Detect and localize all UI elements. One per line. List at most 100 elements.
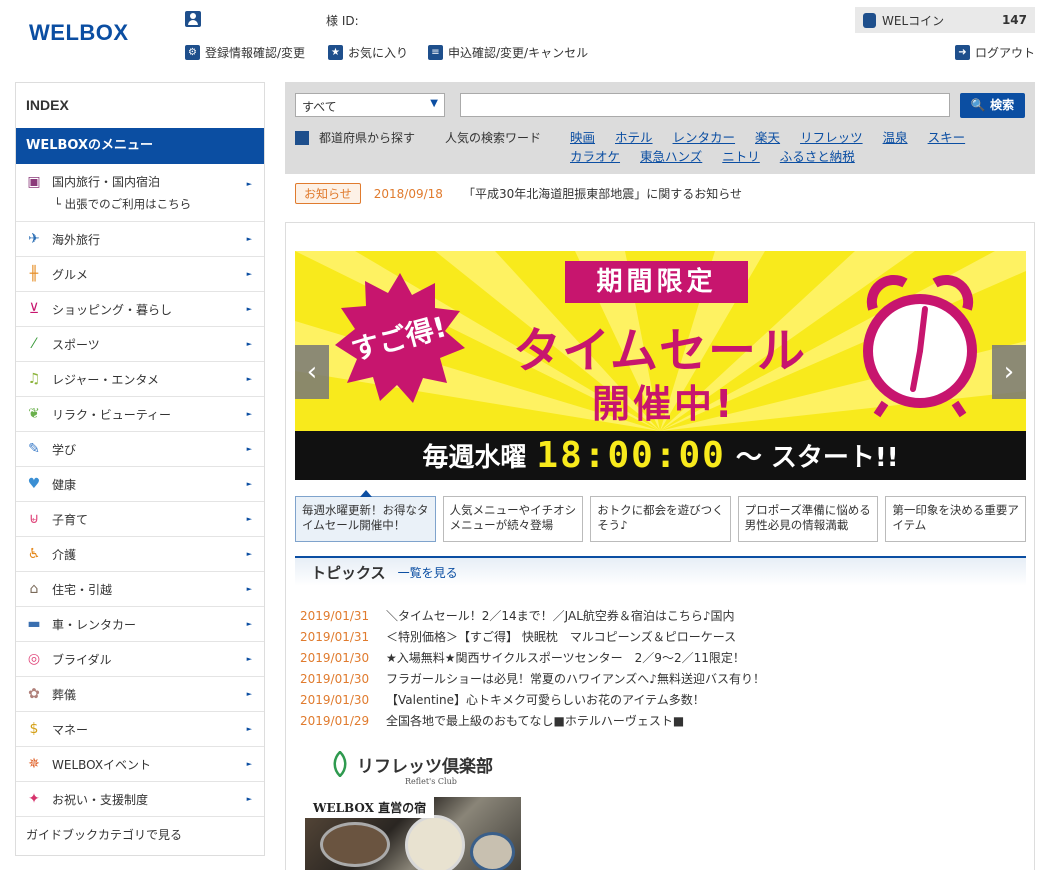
arrow-right-icon: ►: [246, 760, 252, 768]
sidebar-item-nursing-care[interactable]: ♿ 介護 ►: [16, 537, 264, 572]
suitcase-icon: ▣: [27, 173, 41, 190]
sidebar-item-label: WELBOXイベント: [52, 757, 152, 772]
arrow-right-icon: ►: [246, 655, 252, 663]
topics-title: トピックス: [311, 563, 386, 582]
carousel-tab[interactable]: 人気メニューやイチオシメニューが続々登場: [442, 496, 584, 542]
topic-item[interactable]: 2019/01/30 ★入場無料★関西サイクルスポーツセンター 2／9〜2／11限…: [300, 648, 1020, 669]
sidebar-item-leisure[interactable]: ♫ レジャー・エンタメ ►: [16, 362, 264, 397]
sidebar-item-label: リラク・ビューティー: [52, 407, 172, 422]
keyword-link[interactable]: レンタカー: [673, 130, 736, 145]
sidebar-item-health[interactable]: ♥ 健康 ►: [16, 467, 264, 502]
keyword-link[interactable]: スキー: [928, 130, 966, 145]
user-id-label: 様 ID:: [326, 14, 359, 28]
sports-icon: ⁄: [32, 336, 36, 352]
profile-link[interactable]: ⚙ 登録情報確認/変更: [185, 44, 305, 61]
airplane-icon: ✈: [28, 231, 40, 247]
keyword-link[interactable]: リフレッツ: [800, 130, 863, 145]
favorites-link[interactable]: ★ お気に入り: [328, 44, 408, 61]
celebration-icon: ✦: [28, 791, 40, 807]
stroller-icon: ⊌: [28, 511, 40, 527]
money-icon: $: [29, 721, 39, 737]
sidebar-item-gourmet[interactable]: ╫ グルメ ►: [16, 257, 264, 292]
sidebar-item-label: 葬儀: [52, 687, 77, 702]
arrow-right-icon: ►: [246, 725, 252, 733]
sidebar-item-housing[interactable]: ⌂ 住宅・引越 ►: [16, 572, 264, 607]
notice-text[interactable]: 「平成30年北海道胆振東部地震」に関するお知らせ: [463, 185, 742, 202]
popular-keywords-label: 人気の検索ワード: [445, 131, 542, 145]
category-select[interactable]: すべて ▼: [295, 93, 445, 117]
search-input[interactable]: [460, 93, 950, 117]
topics-view-all-link[interactable]: 一覧を見る: [398, 564, 458, 581]
leaf-logo-icon: [333, 751, 347, 777]
sidebar-item-sports[interactable]: ⁄ スポーツ ►: [16, 327, 264, 362]
topic-text: 【Valentine】心トキメク可愛らしいお花のアイテム多数！: [386, 693, 705, 707]
keyword-link[interactable]: ニトリ: [722, 149, 760, 164]
topic-item[interactable]: 2019/01/31 ＼タイムセール！2／14まで！／JAL航空券＆宿泊はこちら♪…: [300, 606, 1020, 627]
cart-icon: ⊻: [28, 301, 40, 317]
carousel-tab[interactable]: おトクに都会を遊びつくそう♪: [590, 496, 731, 542]
logout-link[interactable]: ➜ ログアウト: [955, 44, 1035, 61]
wel-coin-box[interactable]: WELコイン 147: [855, 7, 1035, 33]
leaf-icon: ❦: [28, 406, 40, 422]
sidebar-item-label: 海外旅行: [52, 232, 101, 247]
carousel-tab[interactable]: 第一印象を決める重要アイテム: [885, 496, 1026, 542]
start-label: 〜 スタート!!: [735, 443, 899, 473]
applications-link[interactable]: ≡ 申込確認/変更/キャンセル: [428, 44, 588, 61]
hotel-promo-image[interactable]: WELBOX 直営の宿: [305, 797, 521, 870]
flower-icon: ✿: [28, 686, 40, 702]
pencil-icon: ✎: [28, 441, 40, 457]
sidebar-item-relaxation[interactable]: ❦ リラク・ビューティー ►: [16, 397, 264, 432]
sidebar-item-domestic-travel[interactable]: ▣ 国内旅行・国内宿泊 └ 出張でのご利用はこちら ►: [16, 164, 264, 222]
sidebar-item-label: ショッピング・暮らし: [52, 302, 173, 317]
reflets-club-logo[interactable]: リフレッツ倶楽部: [331, 751, 493, 777]
sidebar-item-label: スポーツ: [52, 337, 100, 352]
search-area: すべて ▼ 🔍 検索 都道府県から探す 人気の検索ワード 映画 ホテル レンタカー 楽…: [285, 82, 1035, 174]
sidebar-item-overseas[interactable]: ✈ 海外旅行 ►: [16, 222, 264, 257]
prefecture-search-link[interactable]: 都道府県から探す: [295, 129, 415, 146]
sidebar-item-label: 学び: [52, 442, 77, 457]
keyword-link[interactable]: 楽天: [755, 130, 780, 145]
notice-date: 2018/09/18: [373, 186, 443, 201]
sidebar-item-childcare[interactable]: ⊌ 子育て ►: [16, 502, 264, 537]
sidebar-item-shopping[interactable]: ⊻ ショッピング・暮らし ►: [16, 292, 264, 327]
sidebar-item-celebration[interactable]: ✦ お祝い・支援制度 ►: [16, 782, 264, 817]
dish-shape: [405, 815, 465, 870]
sidebar-item-bridal[interactable]: ◎ ブライダル ►: [16, 642, 264, 677]
topic-item[interactable]: 2019/01/30 フラガールショーは必見！常夏のハワイアンズへ♪無料送迎バス有…: [300, 669, 1020, 690]
topic-date: 2019/01/30: [300, 672, 370, 686]
sidebar-item-label: レジャー・エンタメ: [52, 372, 160, 387]
sidebar-item-welbox-event[interactable]: ✵ WELBOXイベント ►: [16, 747, 264, 782]
sidebar-item-car[interactable]: ▬ 車・レンタカー ►: [16, 607, 264, 642]
carousel-tab[interactable]: プロポーズ準備に悩める男性必見の情報満載: [737, 496, 879, 542]
now-open-label: 開催中!: [592, 382, 736, 426]
arrow-right-icon: ►: [246, 180, 252, 188]
sidebar-item-funeral[interactable]: ✿ 葬儀 ►: [16, 677, 264, 712]
keyword-link[interactable]: 東急ハンズ: [640, 149, 702, 164]
welbox-logo[interactable]: WELBOX: [29, 20, 129, 46]
keyword-link[interactable]: ホテル: [615, 130, 653, 145]
house-icon: ⌂: [29, 581, 39, 597]
sidebar-item-money[interactable]: $ マネー ►: [16, 712, 264, 747]
applications-link-label: 申込確認/変更/キャンセル: [448, 46, 589, 60]
topic-date: 2019/01/31: [300, 609, 370, 623]
guidebook-category-link[interactable]: ガイドブックカテゴリで見る: [16, 817, 264, 852]
keyword-link[interactable]: ふるさと納税: [780, 149, 855, 164]
chevron-left-icon: ‹: [306, 357, 318, 387]
arrow-right-icon: ►: [246, 235, 252, 243]
document-icon: ≡: [428, 45, 443, 60]
business-trip-link[interactable]: └ 出張でのご利用はこちら: [54, 196, 191, 212]
topic-item[interactable]: 2019/01/31 ＜特別価格＞【すご得】 快眠枕 マルコピーンズ＆ピローケース: [300, 627, 1020, 648]
keyword-link[interactable]: カラオケ: [570, 149, 620, 164]
search-button[interactable]: 🔍 検索: [960, 93, 1025, 118]
sidebar-item-label: マネー: [52, 722, 89, 737]
carousel-prev-button[interactable]: ‹: [295, 345, 329, 399]
topic-item[interactable]: 2019/01/30 【Valentine】心トキメク可愛らしいお花のアイテム多数…: [300, 690, 1020, 711]
sidebar-item-learning[interactable]: ✎ 学び ►: [16, 432, 264, 467]
carousel-tab[interactable]: 毎週水曜更新！お得なタイムセール開催中！: [295, 490, 436, 542]
keyword-link[interactable]: 映画: [570, 130, 595, 145]
topic-item[interactable]: 2019/01/29 全国各地で最上級のおもてなし■ホテルハーヴェスト■: [300, 711, 1020, 732]
arrow-right-icon: ►: [246, 305, 252, 313]
time-sale-banner[interactable]: すご得! 期間限定 タイムセール 開催中! 毎週水曜 18:00:00 〜 スタ…: [295, 251, 1026, 480]
keyword-link[interactable]: 温泉: [883, 130, 908, 145]
carousel-next-button[interactable]: ›: [992, 345, 1026, 399]
